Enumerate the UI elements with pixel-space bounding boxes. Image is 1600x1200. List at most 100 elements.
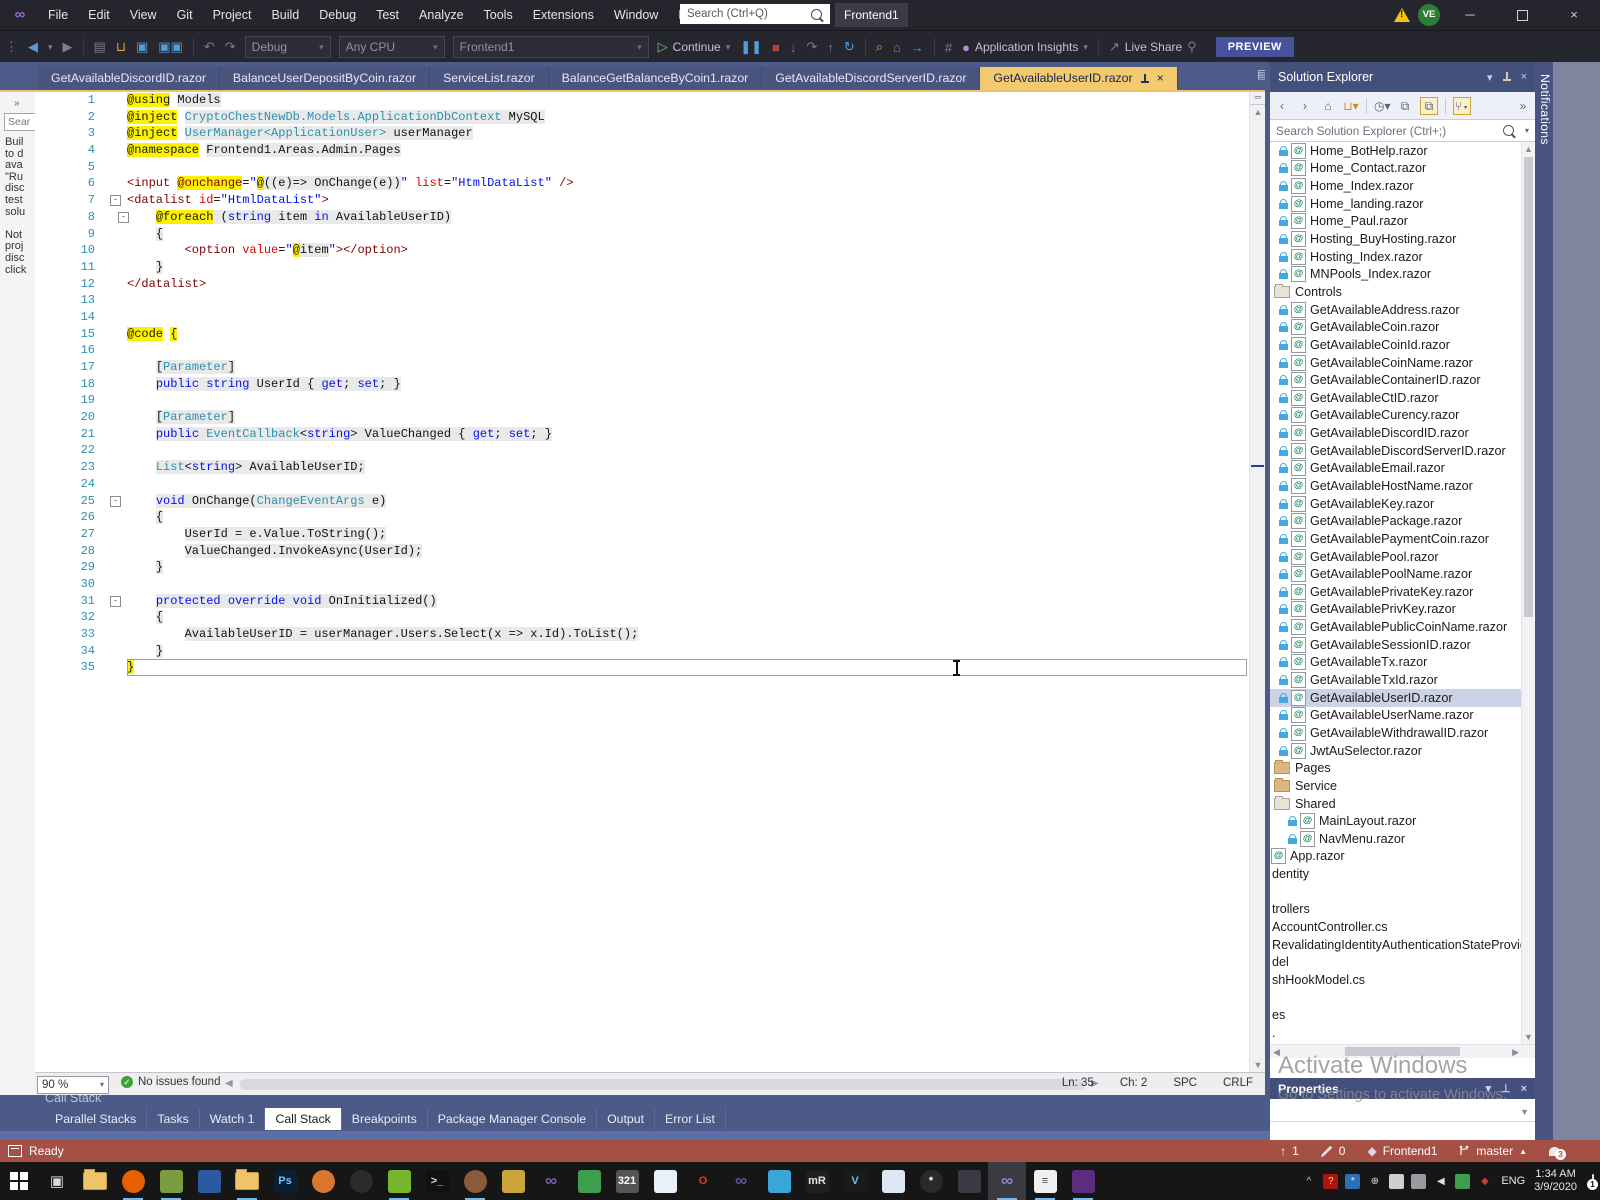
editor-line[interactable]: 17 [Parameter]: [35, 359, 1265, 376]
step-over-icon[interactable]: ↷: [806, 39, 817, 55]
undo-icon[interactable]: ↶: [204, 39, 215, 55]
tree-item[interactable]: @ Home_Index.razor: [1270, 177, 1535, 195]
save-all-icon[interactable]: ▣▣: [158, 39, 183, 55]
tree-item[interactable]: @ GetAvailablePrivateKey.razor: [1270, 583, 1535, 601]
collapse-icon[interactable]: -: [110, 495, 121, 507]
terminal[interactable]: >_: [418, 1162, 456, 1200]
folder-app[interactable]: [228, 1162, 266, 1200]
editor-line[interactable]: 22: [35, 442, 1265, 459]
editor-line[interactable]: 20 [Parameter]: [35, 409, 1265, 426]
properties-object-dropdown[interactable]: ▼: [1270, 1103, 1535, 1122]
document-tab[interactable]: BalanceGetBalanceByCoin1.razor: [548, 67, 763, 90]
tray-expand-icon[interactable]: ^: [1301, 1174, 1316, 1189]
add-user-icon[interactable]: ⚲: [1187, 39, 1197, 55]
editor-line[interactable]: 30: [35, 576, 1265, 593]
show-all-files-icon[interactable]: ⑂▾: [1453, 96, 1471, 115]
editor-line[interactable]: 8 - @foreach (string item in AvailableUse…: [35, 209, 1265, 226]
tray-network-icon[interactable]: ⊕: [1367, 1174, 1382, 1189]
tree-item[interactable]: @ GetAvailableHostName.razor: [1270, 477, 1535, 495]
editor-line[interactable]: 23 List<string> AvailableUserID;: [35, 459, 1265, 476]
menu-git[interactable]: Git: [167, 0, 203, 30]
home-icon[interactable]: ⌂: [893, 40, 901, 55]
tray-help-icon[interactable]: ?: [1323, 1173, 1339, 1189]
tree-item[interactable]: @ MNPools_Index.razor: [1270, 265, 1535, 283]
scroll-up-icon[interactable]: ▲: [1522, 142, 1535, 156]
application-insights-icon[interactable]: ●: [962, 40, 970, 55]
scroll-down-icon[interactable]: ▼: [1250, 1058, 1266, 1072]
live-share-icon[interactable]: ↗: [1109, 39, 1120, 55]
mremote[interactable]: mR: [798, 1162, 836, 1200]
tree-item[interactable]: @ GetAvailableCoinId.razor: [1270, 336, 1535, 354]
continue-button[interactable]: Continue: [673, 40, 721, 54]
menu-project[interactable]: Project: [203, 0, 262, 30]
editor-line[interactable]: 35}: [35, 659, 1265, 677]
editor-line[interactable]: 13: [35, 292, 1265, 309]
pending-edits-button[interactable]: 0: [1320, 1144, 1345, 1158]
blender[interactable]: [304, 1162, 342, 1200]
visual-studio-2019[interactable]: ∞: [722, 1162, 760, 1200]
line-ending-indicator[interactable]: CRLF: [1223, 1077, 1253, 1089]
tree-item[interactable]: @ GetAvailablePrivKey.razor: [1270, 601, 1535, 619]
code-editor[interactable]: 1 @using Models 2 @inject CryptoChestNewDb.…: [35, 92, 1265, 1072]
editor-line[interactable]: 10 <option value="@item"></option>: [35, 242, 1265, 259]
solution-configuration-dropdown[interactable]: Debug ▾: [244, 36, 331, 58]
openoffice[interactable]: [646, 1162, 684, 1200]
start-button[interactable]: [0, 1162, 38, 1200]
graphics-app[interactable]: [152, 1162, 190, 1200]
tree-item[interactable]: @ GetAvailableAddress.razor: [1270, 301, 1535, 319]
tools-app[interactable]: [494, 1162, 532, 1200]
menu-test[interactable]: Test: [366, 0, 409, 30]
notifications-autohide-tab[interactable]: Notifications: [1538, 74, 1552, 145]
tree-item[interactable]: @ App.razor: [1270, 848, 1535, 866]
pin-icon[interactable]: [1502, 72, 1511, 82]
panel-tab-parallel-stacks[interactable]: Parallel Stacks: [45, 1108, 148, 1130]
menu-extensions[interactable]: Extensions: [523, 0, 604, 30]
console-app[interactable]: [1064, 1162, 1102, 1200]
warning-icon[interactable]: [1394, 8, 1410, 22]
split-editor-handle[interactable]: ═: [1250, 92, 1266, 105]
tree-item[interactable]: @ Home_BotHelp.razor: [1270, 142, 1535, 160]
panel-tab-watch-1[interactable]: Watch 1: [200, 1108, 266, 1130]
tree-item[interactable]: Pages: [1270, 759, 1535, 777]
find-icon[interactable]: ⌕: [876, 39, 883, 55]
test-explorer-search-input[interactable]: Sear: [4, 113, 35, 131]
tree-item[interactable]: RevalidatingIdentityAuthenticationStateP…: [1270, 936, 1535, 954]
redo-icon[interactable]: ↷: [225, 39, 236, 55]
editor-line[interactable]: 34 }: [35, 643, 1265, 660]
tree-item[interactable]: @ Home_Paul.razor: [1270, 213, 1535, 231]
outgoing-commits-button[interactable]: ↑ 1: [1280, 1144, 1299, 1158]
scroll-left-icon[interactable]: ◀: [225, 1078, 233, 1089]
editor-vertical-scrollbar[interactable]: ═ ▲ ▼: [1249, 92, 1266, 1072]
tree-item[interactable]: @ GetAvailableTxId.razor: [1270, 671, 1535, 689]
solution-explorer-search-input[interactable]: Search Solution Explorer (Ctrl+;) ▾: [1270, 120, 1535, 142]
editor-line[interactable]: 26 {: [35, 509, 1265, 526]
account-avatar[interactable]: VE: [1418, 4, 1440, 26]
back-icon[interactable]: ‹: [1274, 98, 1290, 114]
editor-line[interactable]: 18 public string UserId { get; set; }: [35, 376, 1265, 393]
tree-item[interactable]: @ GetAvailableDiscordID.razor: [1270, 424, 1535, 442]
editor-line[interactable]: 5: [35, 159, 1265, 176]
tree-item[interactable]: @ GetAvailablePackage.razor: [1270, 512, 1535, 530]
document-tab[interactable]: ServiceList.razor: [430, 67, 549, 90]
quick-search-input[interactable]: Search (Ctrl+Q): [680, 4, 830, 24]
close-icon[interactable]: ×: [1521, 1083, 1527, 1095]
tree-item[interactable]: @ GetAvailablePool.razor: [1270, 548, 1535, 566]
panel-tab-package-manager-console[interactable]: Package Manager Console: [428, 1108, 598, 1130]
properties-header[interactable]: Properties ▾ ⊥ ×: [1270, 1078, 1535, 1099]
open-file-icon[interactable]: ⊔: [116, 39, 126, 55]
new-file-icon[interactable]: ▤: [94, 39, 106, 55]
tree-item[interactable]: @ Home_Contact.razor: [1270, 160, 1535, 178]
editor-line[interactable]: 25 - void OnChange(ChangeEventArgs e): [35, 493, 1265, 510]
archive-app[interactable]: [950, 1162, 988, 1200]
tree-item[interactable]: @ Hosting_BuyHosting.razor: [1270, 230, 1535, 248]
sync-with-active-document-icon[interactable]: ⊔▾: [1343, 98, 1359, 114]
collapse-icon[interactable]: -: [110, 595, 121, 607]
home-icon[interactable]: ⌂: [1320, 98, 1336, 114]
editor-line[interactable]: 19: [35, 392, 1265, 409]
tree-item[interactable]: es: [1270, 1006, 1535, 1024]
media-player-classic[interactable]: 321: [608, 1162, 646, 1200]
editor-line[interactable]: 16: [35, 342, 1265, 359]
tree-item[interactable]: @ Home_landing.razor: [1270, 195, 1535, 213]
tree-item[interactable]: AccountController.cs: [1270, 918, 1535, 936]
restart-icon[interactable]: ↻: [844, 39, 855, 55]
